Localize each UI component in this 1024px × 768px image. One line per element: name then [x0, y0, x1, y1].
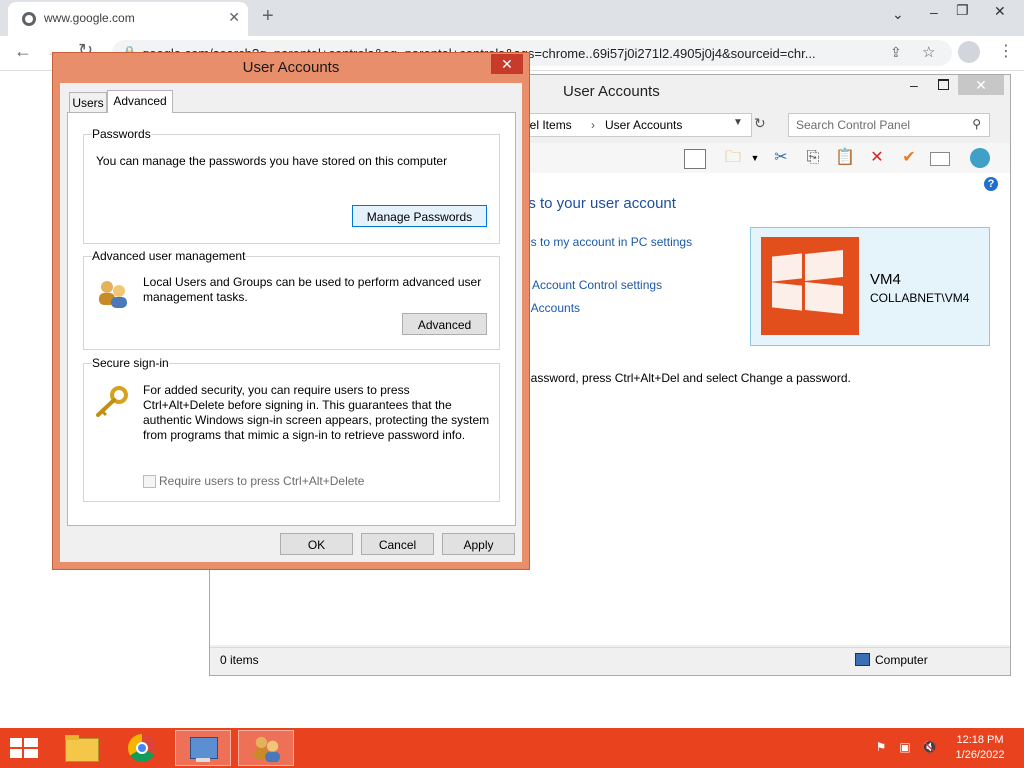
user-domain: COLLABNET\VM4	[870, 291, 970, 305]
tab-advanced[interactable]: Advanced	[107, 90, 173, 113]
browser-tab-strip: www.google.com ✕ + ⌄ – ❐ ✕	[0, 0, 1024, 36]
apply-button[interactable]: Apply	[442, 533, 515, 555]
search-placeholder: Search Control Panel	[796, 118, 911, 132]
start-windows-icon[interactable]	[10, 738, 38, 758]
ok-button[interactable]: OK	[280, 533, 353, 555]
minimize-button[interactable]: –	[930, 4, 938, 20]
passwords-group: Passwords You can manage the passwords y…	[83, 127, 500, 244]
manage-passwords-button[interactable]: Manage Passwords	[352, 205, 487, 227]
breadcrumb-separator-icon: ›	[591, 118, 595, 132]
advanced-user-management-group: Advanced user management Local Users and…	[83, 249, 500, 350]
page-title: es to your user account	[520, 195, 676, 212]
advanced-tab-panel: Passwords You can manage the passwords y…	[67, 112, 516, 526]
volume-muted-icon[interactable]: 🔇	[922, 740, 937, 754]
change-password-note: password, press Ctrl+Alt+Del and select …	[524, 371, 851, 385]
tab-users[interactable]: Users	[69, 92, 107, 114]
control-panel-icon[interactable]	[175, 730, 231, 766]
taskbar: ⚑ ▣ 🔇 12:18 PM 1/26/2022	[0, 728, 1024, 768]
new-tab-button[interactable]: +	[262, 5, 274, 28]
item-count: 0 items	[220, 653, 259, 667]
refresh-icon[interactable]: ↻	[754, 115, 766, 132]
close-dialog-button[interactable]: ✕	[491, 54, 523, 74]
cancel-button[interactable]: Cancel	[361, 533, 434, 555]
search-input[interactable]: Search Control Panel ⚲	[788, 113, 990, 137]
dialog-body: Users Advanced Passwords You can manage …	[60, 83, 522, 562]
globe-icon	[22, 12, 36, 26]
link-pc-settings[interactable]: es to my account in PC settings	[524, 235, 692, 249]
tab-close-icon[interactable]: ✕	[228, 9, 240, 26]
file-explorer-icon[interactable]	[53, 730, 109, 766]
browser-tab[interactable]: www.google.com ✕	[8, 2, 248, 36]
windows-logo-icon	[769, 250, 843, 315]
restore-button[interactable]: ❐	[956, 2, 969, 19]
link-uac-settings[interactable]: Account Control settings	[532, 278, 662, 292]
link-manage-accounts[interactable]: r Accounts	[524, 301, 580, 315]
breadcrumb-item[interactable]: User Accounts	[605, 118, 682, 132]
secure-signin-group: Secure sign-in For added security, you c…	[83, 356, 500, 502]
passwords-description: You can manage the passwords you have st…	[96, 154, 448, 168]
user-accounts-dialog: User Accounts ✕ Users Advanced Passwords…	[52, 52, 530, 570]
clock-date: 1/26/2022	[955, 749, 1005, 761]
avatar	[761, 237, 859, 335]
menu-icon[interactable]: ⋮	[998, 41, 1014, 61]
globe-icon[interactable]	[970, 148, 990, 168]
minimize-button[interactable]: –	[910, 77, 918, 93]
secure-signin-description: For added security, you can require user…	[143, 383, 490, 442]
dialog-title: User Accounts	[242, 59, 340, 76]
copy-icon[interactable]: ⎘	[802, 147, 824, 169]
user-card: VM4 COLLABNET\VM4	[750, 227, 990, 346]
bookmark-star-icon[interactable]: ☆	[922, 43, 935, 61]
action-center-flag-icon[interactable]: ⚑	[874, 740, 888, 754]
help-icon[interactable]: ?	[984, 177, 998, 191]
advanced-button[interactable]: Advanced	[402, 313, 487, 335]
chevron-down-icon[interactable]: ▼	[744, 147, 766, 169]
profile-icon[interactable]	[958, 41, 980, 63]
maximize-button[interactable]	[938, 79, 949, 90]
user-name: VM4	[870, 271, 901, 288]
tab-search-chevron-icon[interactable]: ⌄	[892, 6, 904, 23]
chrome-icon[interactable]	[114, 730, 170, 766]
layout-pane-icon[interactable]	[684, 149, 706, 169]
clock-time: 12:18 PM	[956, 734, 1004, 746]
cut-icon[interactable]: ✂	[770, 147, 792, 169]
back-icon[interactable]: ←	[14, 41, 32, 62]
status-bar: 0 items Computer	[210, 647, 1010, 670]
folder-options-icon[interactable]: 🗀	[722, 147, 744, 169]
paste-icon[interactable]: 📋	[834, 147, 856, 169]
require-ctrl-alt-del-label[interactable]: Require users to press Ctrl+Alt+Delete	[159, 474, 364, 488]
properties-icon[interactable]	[930, 152, 950, 166]
advanced-management-description: Local Users and Groups can be used to pe…	[143, 275, 482, 304]
delete-icon[interactable]: ✕	[866, 147, 888, 169]
close-window-button[interactable]: ✕	[958, 75, 1004, 95]
system-clock[interactable]: 12:18 PM 1/26/2022	[945, 733, 1015, 763]
chevron-down-icon[interactable]: ▼	[733, 117, 743, 128]
share-icon[interactable]: ⇪	[890, 44, 902, 61]
control-panel-title: User Accounts	[563, 83, 660, 100]
group-label: Passwords	[92, 127, 151, 141]
checkmark-icon[interactable]: ✔	[898, 147, 920, 169]
close-window-button[interactable]: ✕	[994, 3, 1006, 20]
key-icon	[96, 386, 128, 417]
group-label: Advanced user management	[92, 249, 246, 263]
search-icon[interactable]: ⚲	[972, 117, 981, 131]
breadcrumb-item[interactable]: nel Items	[523, 118, 572, 132]
computer-icon	[855, 653, 870, 666]
browser-tab-title: www.google.com	[44, 11, 135, 25]
users-icon	[99, 281, 127, 308]
user-accounts-icon[interactable]	[238, 730, 294, 766]
group-label: Secure sign-in	[92, 356, 169, 370]
network-icon[interactable]: ▣	[898, 740, 912, 754]
require-ctrl-alt-del-checkbox[interactable]	[143, 475, 156, 488]
zone-label: Computer	[875, 653, 928, 667]
